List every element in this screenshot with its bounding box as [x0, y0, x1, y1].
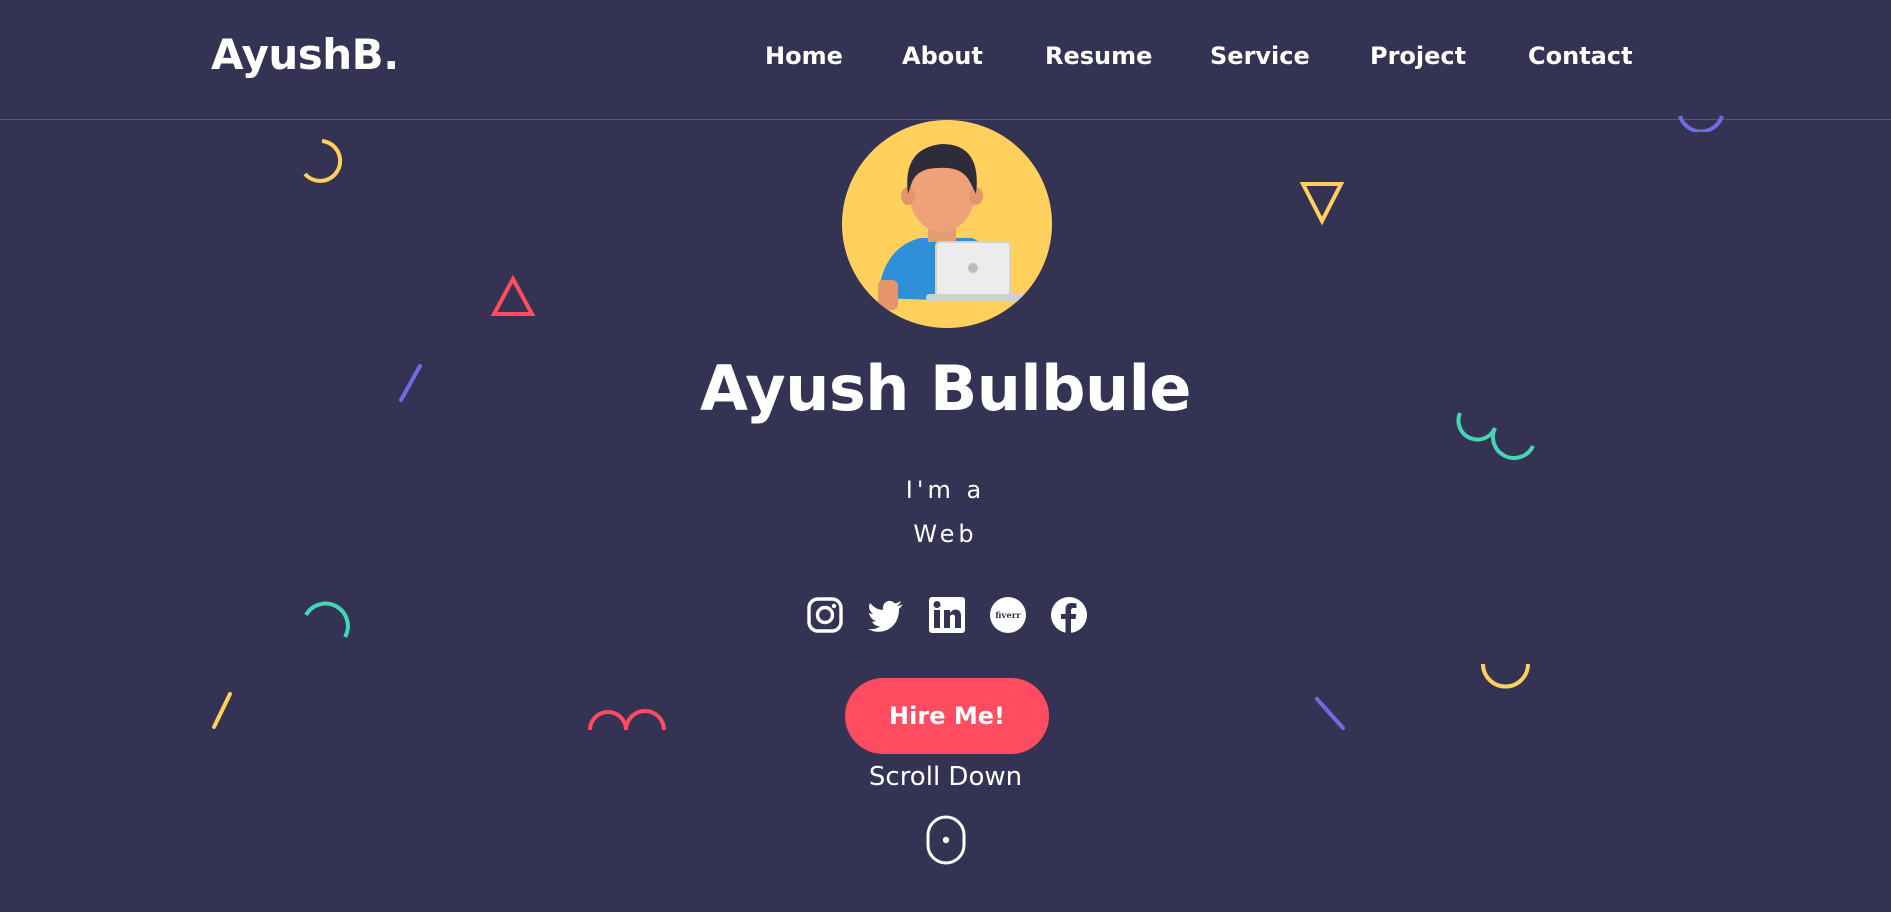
- semicircle-shape-yellow-2: [1481, 663, 1530, 689]
- hero-name: Ayush Bulbule: [700, 352, 1191, 425]
- fiverr-icon[interactable]: fiverr: [989, 596, 1027, 634]
- hire-me-button[interactable]: Hire Me!: [845, 678, 1049, 754]
- social-links: fiverr: [806, 596, 1096, 636]
- instagram-icon[interactable]: [806, 596, 844, 634]
- nav-about[interactable]: About: [902, 42, 983, 70]
- scroll-down-label[interactable]: Scroll Down: [0, 762, 1891, 792]
- facebook-icon[interactable]: [1050, 596, 1088, 634]
- tagline-line-1: I'm a: [905, 476, 986, 504]
- linkedin-icon[interactable]: [928, 596, 966, 634]
- fiverr-icon-text: fiverr: [995, 611, 1021, 621]
- header: AyushB. Home About Resume Service Projec…: [0, 0, 1891, 120]
- main-nav: Home About Resume Service Project Contac…: [0, 42, 1891, 78]
- semicircle-shape-purple: [1678, 115, 1724, 132]
- nav-home[interactable]: Home: [765, 42, 843, 70]
- line-shape-yellow: [212, 692, 232, 729]
- twitter-icon[interactable]: [867, 596, 905, 634]
- nav-contact[interactable]: Contact: [1528, 42, 1633, 70]
- semicircle-shape-teal: [304, 601, 350, 638]
- triangle-down-shape-yellow: [1299, 182, 1345, 226]
- triangle-shape-red: [490, 274, 536, 316]
- nav-project[interactable]: Project: [1370, 42, 1466, 70]
- wave-shape-red: [588, 709, 666, 731]
- nav-resume[interactable]: Resume: [1045, 42, 1152, 70]
- developer-avatar: [842, 120, 1052, 328]
- nav-service[interactable]: Service: [1210, 42, 1310, 70]
- mouse-scroll-icon[interactable]: [926, 815, 966, 865]
- semicircle-shape-yellow: [303, 139, 343, 183]
- line-shape-purple-2: [1315, 697, 1345, 730]
- tagline-line-2: Web: [913, 520, 978, 548]
- page: AyushB. Home About Resume Service Projec…: [0, 0, 1891, 912]
